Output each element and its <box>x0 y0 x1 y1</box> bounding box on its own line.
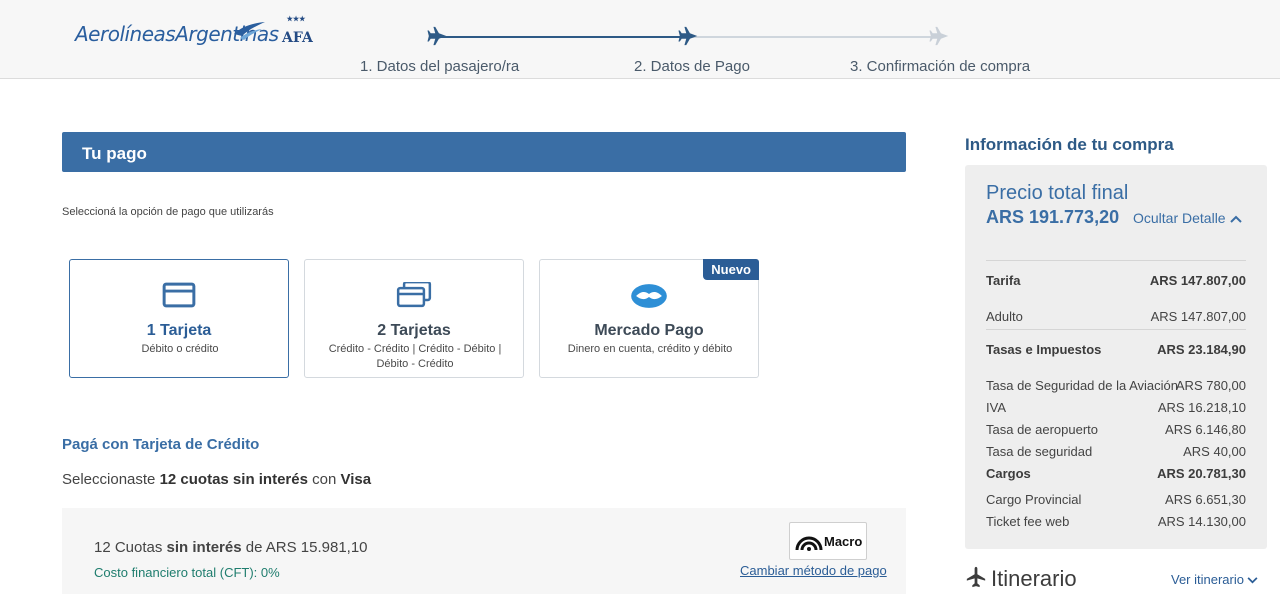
change-method-link[interactable]: Cambiar método de pago <box>740 563 887 578</box>
selected-plan-text: Seleccionaste 12 cuotas sin interés con … <box>62 471 371 488</box>
row-aeropuerto: Tasa de aeropuerto ARS 6.146,80 <box>986 422 1246 440</box>
step-line-pending <box>690 36 940 38</box>
section-header: Tu pago <box>62 132 906 172</box>
option-two-subtitle: Crédito - Crédito | Crédito - Débito | D… <box>328 343 502 370</box>
option-one-card[interactable]: 1 Tarjeta Débito o crédito <box>69 259 289 378</box>
installments-suffix: de ARS 15.981,10 <box>241 539 368 556</box>
chevron-down-icon <box>1247 577 1258 584</box>
chevron-up-icon <box>1229 215 1242 224</box>
row-label: Cargo Provincial <box>986 492 1082 507</box>
summary-divider <box>986 329 1246 330</box>
row-iva: IVA ARS 16.218,10 <box>986 400 1246 418</box>
option-two-title: 2 Tarjetas <box>377 322 451 339</box>
cft-text: Costo financiero total (CFT): 0% <box>94 565 280 580</box>
pay-with-title: Pagá con Tarjeta de Crédito <box>62 436 260 453</box>
option-two-cards[interactable]: 2 Tarjetas Crédito - Crédito | Crédito -… <box>304 259 524 378</box>
row-label: Ticket fee web <box>986 514 1070 529</box>
row-value: ARS 6.146,80 <box>1165 422 1246 437</box>
view-itinerary-link[interactable]: Ver itinerario <box>1171 572 1258 587</box>
two-cards-icon <box>396 282 432 308</box>
section-title: Tu pago <box>82 144 147 163</box>
bank-emblem-icon <box>795 536 823 551</box>
header: AerolíneasArgentinas ★★★ AFA 1. Datos de… <box>0 0 1280 79</box>
selected-plan: 12 cuotas sin interés <box>159 471 308 488</box>
row-value: ARS 147.807,00 <box>1150 309 1246 324</box>
step-1-label: 1. Datos del pasajero/ra <box>360 58 520 75</box>
new-badge: Nuevo <box>703 259 759 280</box>
step-2-label: 2. Datos de Pago <box>634 58 750 75</box>
credit-card-icon <box>162 282 196 308</box>
row-seguridad-aviacion: Tasa de Seguridad de la Aviación ARS 780,… <box>986 378 1246 396</box>
row-label: Tasa de aeropuerto <box>986 422 1099 437</box>
selected-prefix: Seleccionaste <box>62 471 160 488</box>
option-mercado-pago[interactable]: Nuevo Mercado Pago Dinero en cuenta, cré… <box>539 259 759 378</box>
row-tasas: Tasas e Impuestos ARS 23.184,90 <box>986 342 1246 360</box>
selected-mid: con <box>307 471 341 488</box>
row-value: ARS 20.781,30 <box>1157 466 1246 481</box>
view-itinerary-label: Ver itinerario <box>1171 572 1244 587</box>
step-3-plane-icon <box>929 26 949 46</box>
payment-hint: Seleccioná la opción de pago que utiliza… <box>62 206 274 218</box>
installments-text: 12 Cuotas sin interés de ARS 15.981,10 <box>94 539 368 556</box>
row-value: ARS 6.651,30 <box>1165 492 1246 507</box>
price-title: Precio total final <box>986 182 1129 204</box>
row-label: Adulto <box>986 309 1023 324</box>
row-value: ARS 16.218,10 <box>1157 400 1246 415</box>
option-one-title: 1 Tarjeta <box>146 322 212 339</box>
row-label: Cargos <box>986 466 1031 481</box>
selected-card: Visa <box>340 471 372 488</box>
option-one-subtitle: Débito o crédito <box>141 343 219 355</box>
row-cargo-provincial: Cargo Provincial ARS 6.651,30 <box>986 492 1246 510</box>
row-label: IVA <box>986 400 1006 415</box>
handshake-icon <box>631 284 667 308</box>
row-cargos: Cargos ARS 20.781,30 <box>986 466 1246 484</box>
price-summary-box: Precio total final ARS 191.773,20 Oculta… <box>965 165 1267 549</box>
airplane-icon <box>966 566 986 588</box>
installments-bold: sin interés <box>166 539 242 556</box>
option-mp-subtitle: Dinero en cuenta, crédito y débito <box>567 343 733 355</box>
row-seguridad: Tasa de seguridad ARS 40,00 <box>986 444 1246 462</box>
row-value: ARS 780,00 <box>1175 378 1246 393</box>
row-label: Tasa de seguridad <box>986 444 1093 459</box>
step-2-plane-icon <box>678 26 698 46</box>
step-3-label: 3. Confirmación de compra <box>850 58 1031 75</box>
row-tarifa: Tarifa ARS 147.807,00 <box>986 273 1246 291</box>
step-line-done <box>440 36 690 38</box>
hide-detail-label: Ocultar Detalle <box>1133 210 1226 226</box>
row-label: Tasas e Impuestos <box>986 342 1102 357</box>
row-value: ARS 23.184,90 <box>1157 342 1246 357</box>
itinerary-title: Itinerario <box>991 566 1077 591</box>
row-adulto: Adulto ARS 147.807,00 <box>986 309 1246 327</box>
price-total: ARS 191.773,20 <box>986 207 1120 227</box>
option-mp-title: Mercado Pago <box>594 322 704 339</box>
bank-name: Macro <box>824 534 863 549</box>
installments-prefix: 12 Cuotas <box>94 539 167 556</box>
row-ticket-fee: Ticket fee web ARS 14.130,00 <box>986 514 1246 532</box>
installments-box: 12 Cuotas sin interés de ARS 15.981,10 C… <box>62 508 906 594</box>
row-value: ARS 14.130,00 <box>1157 514 1246 529</box>
bank-logo: Macro <box>789 522 867 560</box>
row-label: Tasa de Seguridad de la Aviación <box>986 378 1179 393</box>
step-1-plane-icon <box>427 26 447 46</box>
row-value: ARS 40,00 <box>1183 444 1246 459</box>
hide-detail-toggle[interactable]: Ocultar Detalle <box>1133 210 1242 226</box>
summary-divider <box>986 260 1246 261</box>
progress-steps: 1. Datos del pasajero/ra 2. Datos de Pag… <box>0 12 1280 75</box>
itinerary-heading: Itinerario <box>965 566 1077 592</box>
row-label: Tarifa <box>986 273 1021 288</box>
summary-title: Información de tu compra <box>965 135 1174 154</box>
row-value: ARS 147.807,00 <box>1149 273 1246 288</box>
